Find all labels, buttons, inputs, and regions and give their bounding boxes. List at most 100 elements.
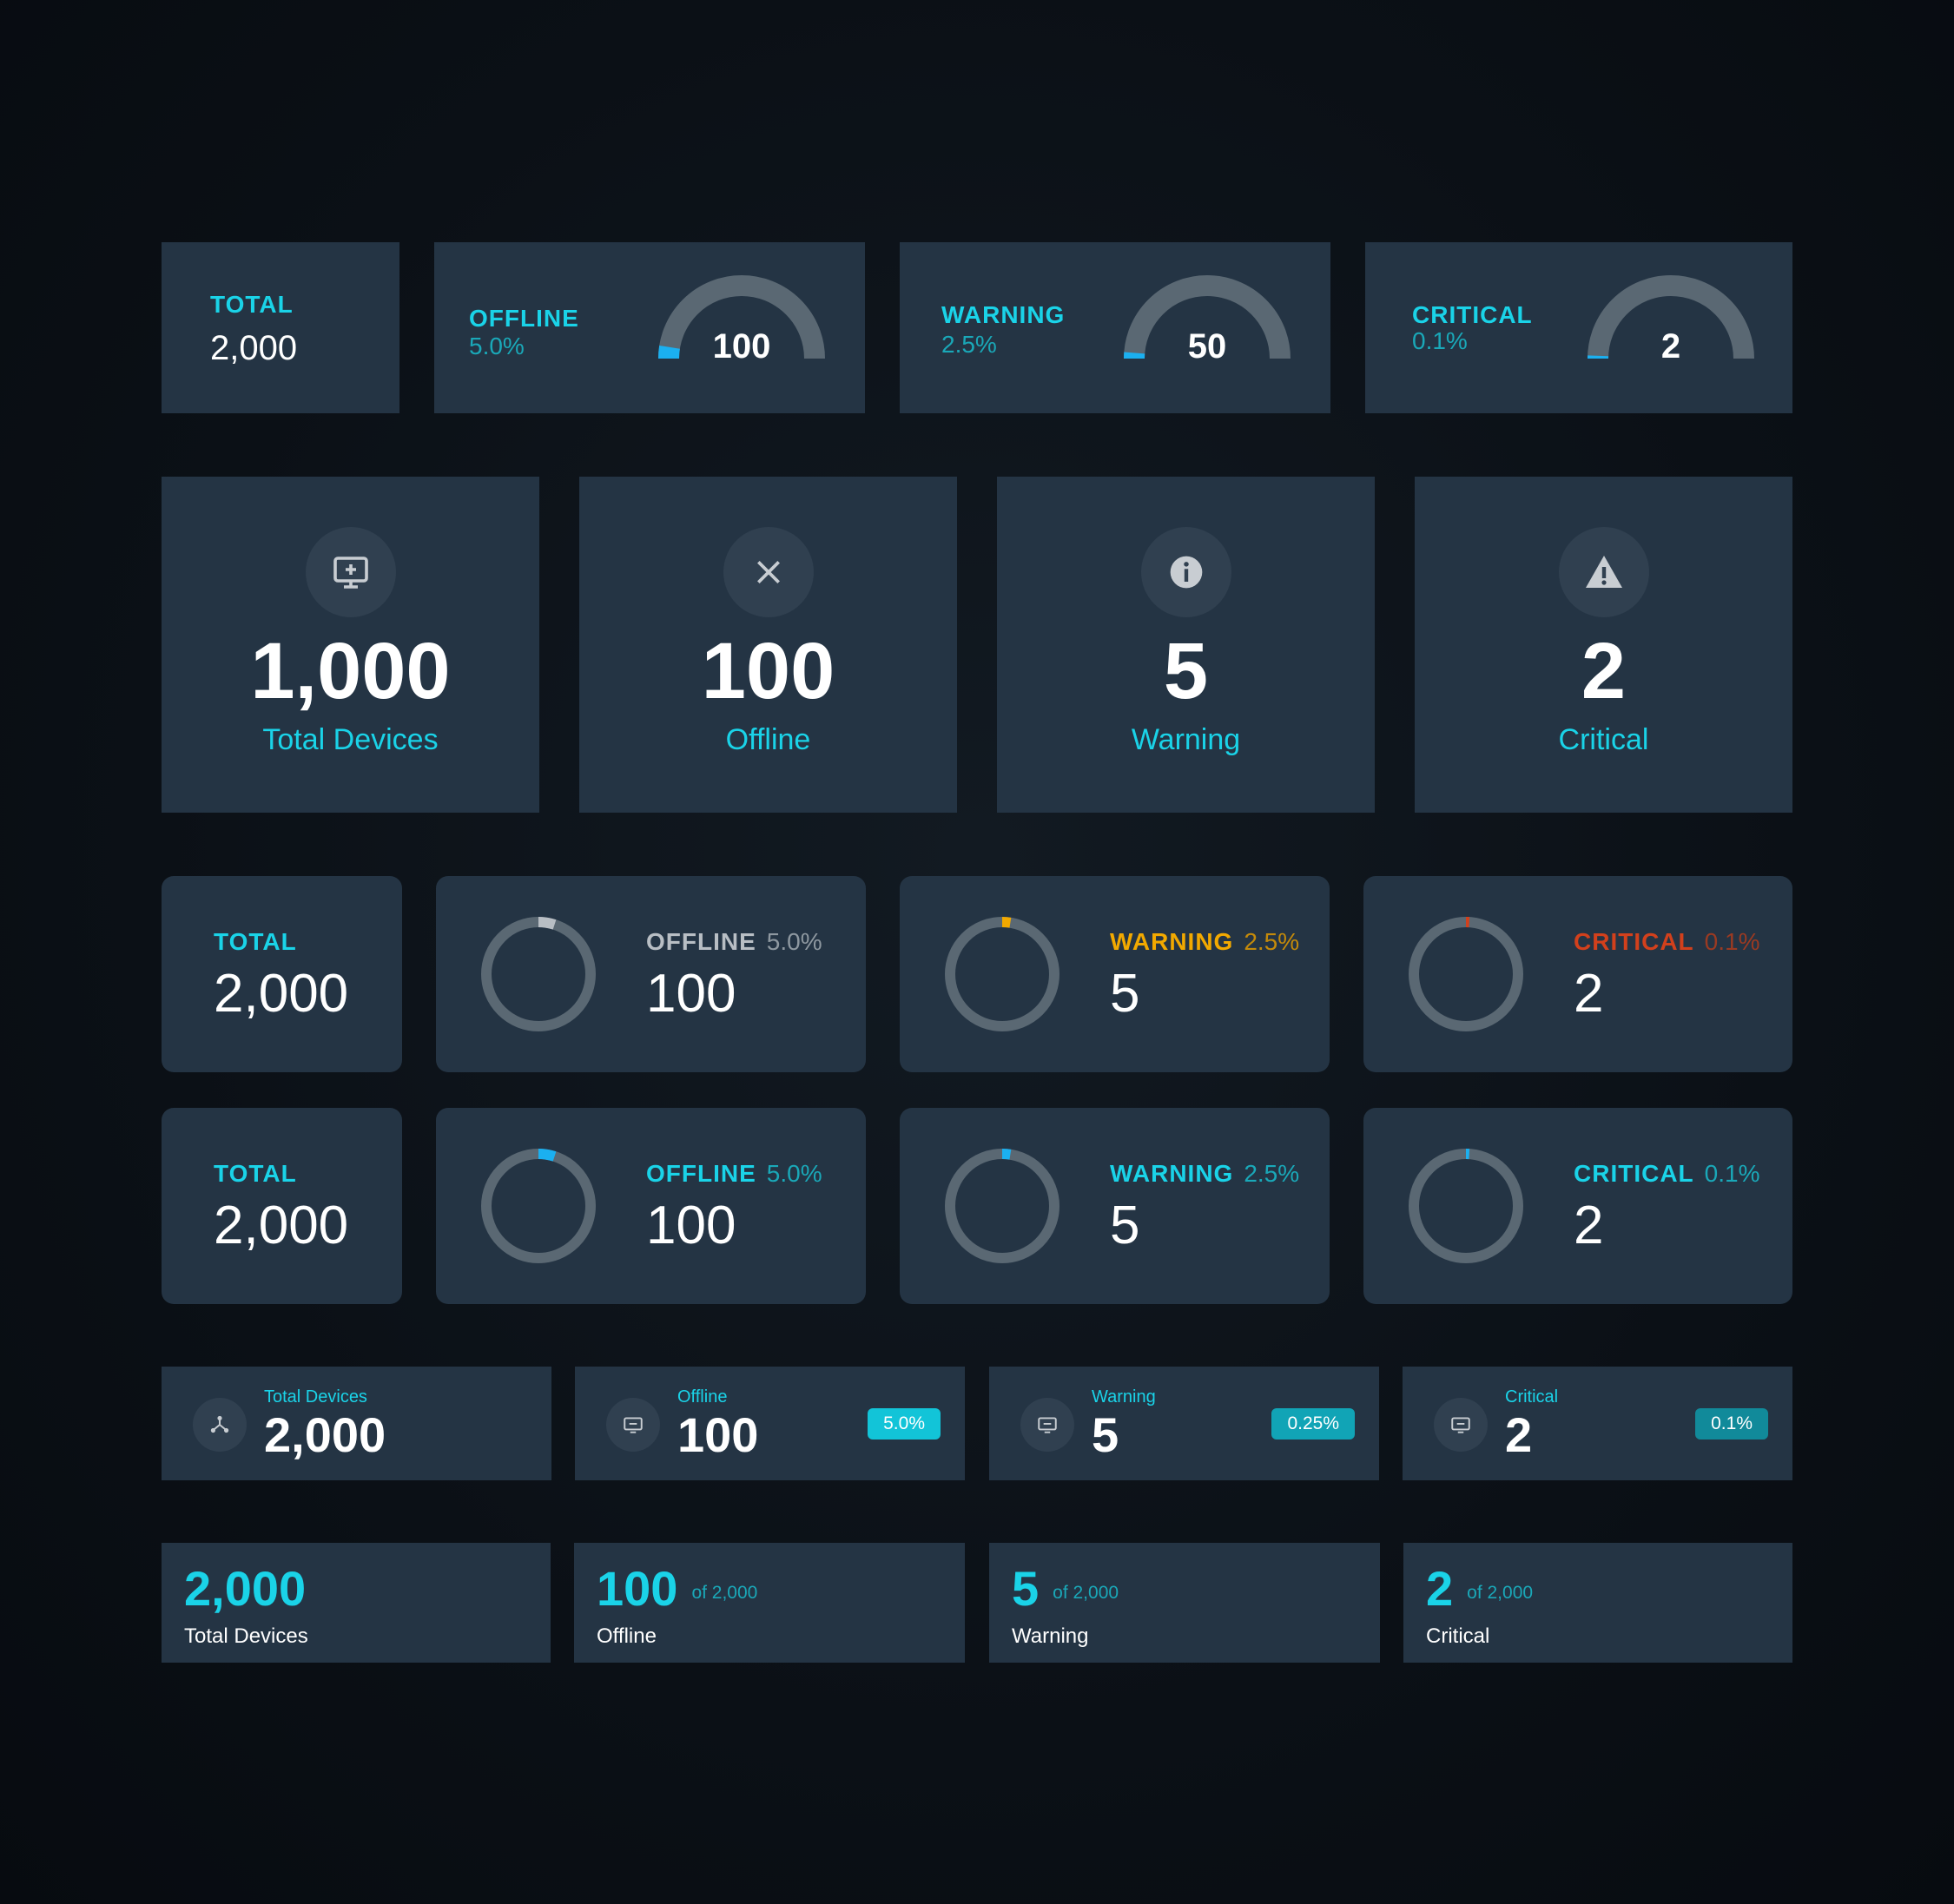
critical-value: 2 [1426, 1561, 1454, 1616]
row6-warning-card[interactable]: 5 of 2,000 Warning [989, 1543, 1380, 1663]
critical-pct: 0.1% [1704, 1160, 1760, 1187]
warning-value: 5 [1012, 1561, 1040, 1616]
offline-donut [481, 1149, 596, 1263]
critical-value-group: 2 of 2,000 [1426, 1560, 1533, 1617]
total-label: TOTAL [214, 928, 297, 955]
row6-critical-card[interactable]: 2 of 2,000 Critical [1403, 1543, 1792, 1663]
donut-track [945, 917, 1060, 1031]
row5-warning-card[interactable]: Warning 5 0.25% [989, 1367, 1379, 1480]
row4-critical-card[interactable]: CRITICAL 0.1% 2 [1363, 1108, 1792, 1304]
row1-offline-card[interactable]: OFFLINE 5.0% 100 [434, 242, 865, 413]
warning-donut [945, 917, 1060, 1031]
warning-value: 5 [1110, 964, 1140, 1024]
row1-warning-card[interactable]: WARNING 2.5% 50 [900, 242, 1330, 413]
row3-total-card[interactable]: TOTAL 2,000 [162, 876, 402, 1072]
warning-caption: Warning [1012, 1624, 1089, 1648]
row3-warning-card[interactable]: WARNING 2.5% 5 [900, 876, 1330, 1072]
critical-gauge: 2 [1586, 273, 1756, 378]
monitor-icon [606, 1398, 660, 1452]
critical-label-text: CRITICAL [1574, 928, 1694, 955]
info-icon [1140, 527, 1231, 617]
offline-gauge-value: 100 [712, 327, 771, 366]
warning-gauge-value: 50 [1187, 327, 1227, 366]
warning-label: WARNING [941, 301, 1066, 328]
warning-label: WARNING 2.5% [1110, 928, 1299, 956]
warning-value: 5 [1110, 1196, 1140, 1255]
row6-offline-card[interactable]: 100 of 2,000 Offline [574, 1543, 965, 1663]
warning-donut [945, 1149, 1060, 1263]
total-value: 2,000 [210, 329, 298, 367]
offline-gauge: 100 [657, 273, 827, 378]
critical-caption: Critical [1558, 723, 1649, 756]
warning-label: WARNING 2.5% [1110, 1160, 1299, 1188]
row2-critical-card[interactable]: 2 Critical [1415, 477, 1792, 813]
offline-caption: Offline [597, 1624, 657, 1648]
warning-gauge: 50 [1122, 273, 1292, 378]
warning-pct: 2.5% [1244, 1160, 1300, 1187]
warning-pct: 2.5% [941, 331, 997, 358]
row5-critical-card[interactable]: Critical 2 0.1% [1403, 1367, 1792, 1480]
donut-fill [1001, 1149, 1012, 1160]
offline-value-group: 100 of 2,000 [597, 1560, 757, 1617]
row2-warning-card[interactable]: 5 Warning [997, 477, 1375, 813]
total-value: 2,000 [264, 1407, 386, 1462]
critical-label: CRITICAL 0.1% [1574, 928, 1759, 956]
offline-donut [481, 917, 596, 1031]
row1-total-card[interactable]: TOTAL 2,000 [162, 242, 399, 413]
critical-label-text: CRITICAL [1574, 1160, 1694, 1187]
critical-label: CRITICAL [1412, 301, 1533, 328]
row4-warning-card[interactable]: WARNING 2.5% 5 [900, 1108, 1330, 1304]
critical-value: 2 [1505, 1407, 1533, 1462]
offline-label: OFFLINE [469, 305, 579, 332]
row6-total-card[interactable]: 2,000 Total Devices [162, 1543, 551, 1663]
offline-pct: 5.0% [766, 928, 822, 955]
critical-value: 2 [1574, 964, 1604, 1024]
offline-label: OFFLINE 5.0% [646, 1160, 822, 1188]
offline-badge: 5.0% [868, 1408, 941, 1440]
critical-pct: 0.1% [1412, 327, 1468, 354]
offline-pct: 5.0% [469, 333, 525, 359]
monitor-icon [1020, 1398, 1074, 1452]
total-label: TOTAL [210, 291, 294, 318]
critical-of-total: of 2,000 [1467, 1583, 1534, 1603]
offline-value: 100 [677, 1407, 759, 1462]
warning-pct: 2.5% [1244, 928, 1300, 955]
donut-track [1409, 917, 1523, 1031]
row5-total-card[interactable]: Total Devices 2,000 [162, 1367, 551, 1480]
critical-label: Critical [1505, 1387, 1559, 1407]
total-devices-value: 1,000 [250, 627, 451, 715]
total-label: TOTAL [214, 1160, 297, 1187]
critical-donut [1409, 917, 1523, 1031]
critical-gauge-value: 2 [1660, 327, 1681, 366]
row4-total-card[interactable]: TOTAL 2,000 [162, 1108, 402, 1304]
monitor-plus-icon [305, 527, 396, 617]
critical-donut [1409, 1149, 1523, 1263]
row2-offline-card[interactable]: 100 Offline [579, 477, 957, 813]
row3-critical-card[interactable]: CRITICAL 0.1% 2 [1363, 876, 1792, 1072]
warning-label-text: WARNING [1110, 1160, 1234, 1187]
alert-triangle-icon [1558, 527, 1649, 617]
row4-offline-card[interactable]: OFFLINE 5.0% 100 [436, 1108, 866, 1304]
warning-value-group: 5 of 2,000 [1012, 1560, 1119, 1617]
close-icon [723, 527, 814, 617]
total-value: 2,000 [214, 1196, 349, 1255]
offline-value: 100 [597, 1561, 678, 1616]
critical-value: 2 [1574, 1196, 1604, 1255]
row1-critical-card[interactable]: CRITICAL 0.1% 2 [1365, 242, 1792, 413]
total-value: 2,000 [214, 964, 349, 1024]
warning-value: 5 [1092, 1407, 1119, 1462]
warning-value: 5 [1163, 627, 1209, 715]
donut-track [481, 917, 596, 1031]
monitor-icon [1434, 1398, 1488, 1452]
row2-total-card[interactable]: 1,000 Total Devices [162, 477, 539, 813]
donut-fill [538, 1149, 557, 1162]
warning-badge: 0.25% [1271, 1408, 1355, 1440]
row3-offline-card[interactable]: OFFLINE 5.0% 100 [436, 876, 866, 1072]
donut-fill [538, 917, 557, 930]
offline-value: 100 [646, 964, 736, 1024]
critical-label: CRITICAL 0.1% [1574, 1160, 1759, 1188]
offline-pct: 5.0% [766, 1160, 822, 1187]
row5-offline-card[interactable]: Offline 100 5.0% [575, 1367, 965, 1480]
warning-label: Warning [1092, 1387, 1156, 1407]
donut-track [1409, 1149, 1523, 1263]
